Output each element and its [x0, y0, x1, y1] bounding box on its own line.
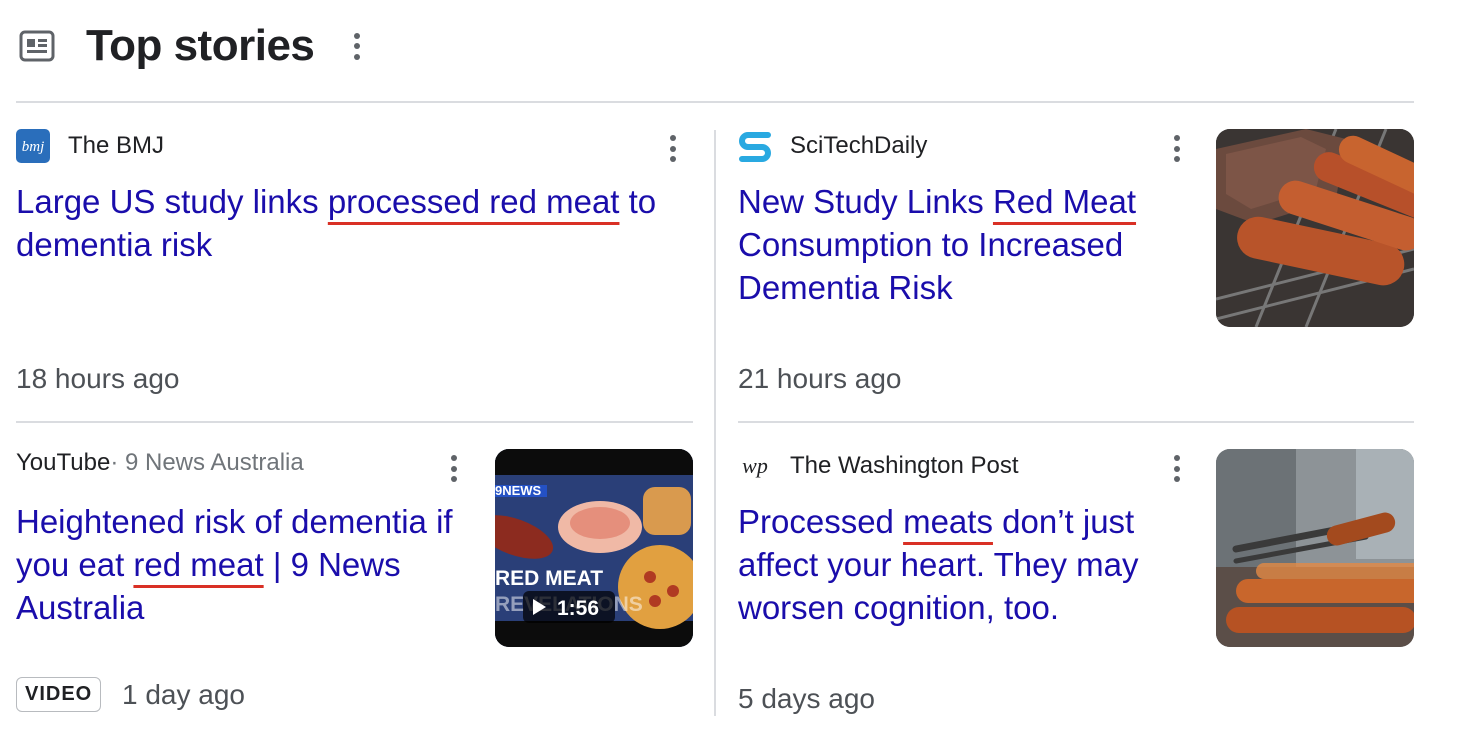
bmj-logo-icon: bmj [16, 129, 50, 163]
svg-text:9NEWS: 9NEWS [495, 483, 542, 498]
story-timestamp: 18 hours ago [16, 363, 180, 394]
more-options-icon[interactable] [1172, 135, 1182, 162]
divider [714, 130, 716, 716]
svg-text:bmj: bmj [22, 139, 45, 155]
story-source[interactable]: SciTechDaily [738, 129, 927, 163]
washington-post-logo-icon: wp [738, 449, 772, 483]
svg-text:wp: wp [742, 453, 768, 478]
more-options-icon[interactable] [668, 135, 678, 162]
story-headline[interactable]: Heightened risk of dementia if you eat r… [16, 500, 466, 629]
highlighted-term: meats [903, 503, 993, 540]
story-headline[interactable]: Large US study links processed red meat … [16, 180, 696, 266]
source-name: The BMJ [68, 132, 165, 159]
story-headline[interactable]: Processed meats don’t just affect your h… [738, 500, 1188, 629]
source-name: The Washington Post [790, 452, 1019, 479]
story-source[interactable]: YouTube · 9 News Australia [16, 449, 304, 477]
highlighted-term: processed red meat [327, 183, 620, 220]
highlighted-term: red meat [133, 546, 264, 583]
source-name: YouTube [16, 449, 111, 476]
top-stories-header: Top stories [18, 18, 362, 74]
story-source[interactable]: bmj The BMJ [16, 129, 164, 163]
more-options-icon[interactable] [449, 455, 459, 482]
source-channel: · 9 News Australia [110, 449, 304, 476]
more-options-icon[interactable] [352, 32, 362, 60]
source-name: SciTechDaily [790, 132, 928, 159]
story-timestamp: 5 days ago [738, 683, 875, 714]
story-source[interactable]: wp The Washington Post [738, 449, 1019, 483]
newspaper-icon [18, 27, 56, 65]
divider [16, 101, 1414, 103]
video-thumbnail[interactable]: 9NEWS RED MEAT REVELATIONS 1:56 [495, 449, 693, 647]
divider [738, 421, 1414, 423]
story-thumbnail[interactable] [1216, 449, 1414, 647]
video-badge: VIDEO [16, 677, 102, 712]
story-thumbnail[interactable] [1216, 129, 1414, 327]
divider [16, 421, 693, 423]
more-options-icon[interactable] [1172, 455, 1182, 482]
svg-text:1:56: 1:56 [557, 597, 599, 620]
section-title: Top stories [86, 21, 315, 70]
story-timestamp: 1 day ago [122, 679, 245, 710]
svg-text:RED MEAT: RED MEAT [495, 567, 603, 590]
highlighted-term: Red Meat [992, 183, 1137, 220]
story-headline[interactable]: New Study Links Red Meat Consumption to … [738, 180, 1178, 309]
scitechdaily-logo-icon [738, 129, 772, 163]
story-timestamp: 21 hours ago [738, 363, 902, 394]
